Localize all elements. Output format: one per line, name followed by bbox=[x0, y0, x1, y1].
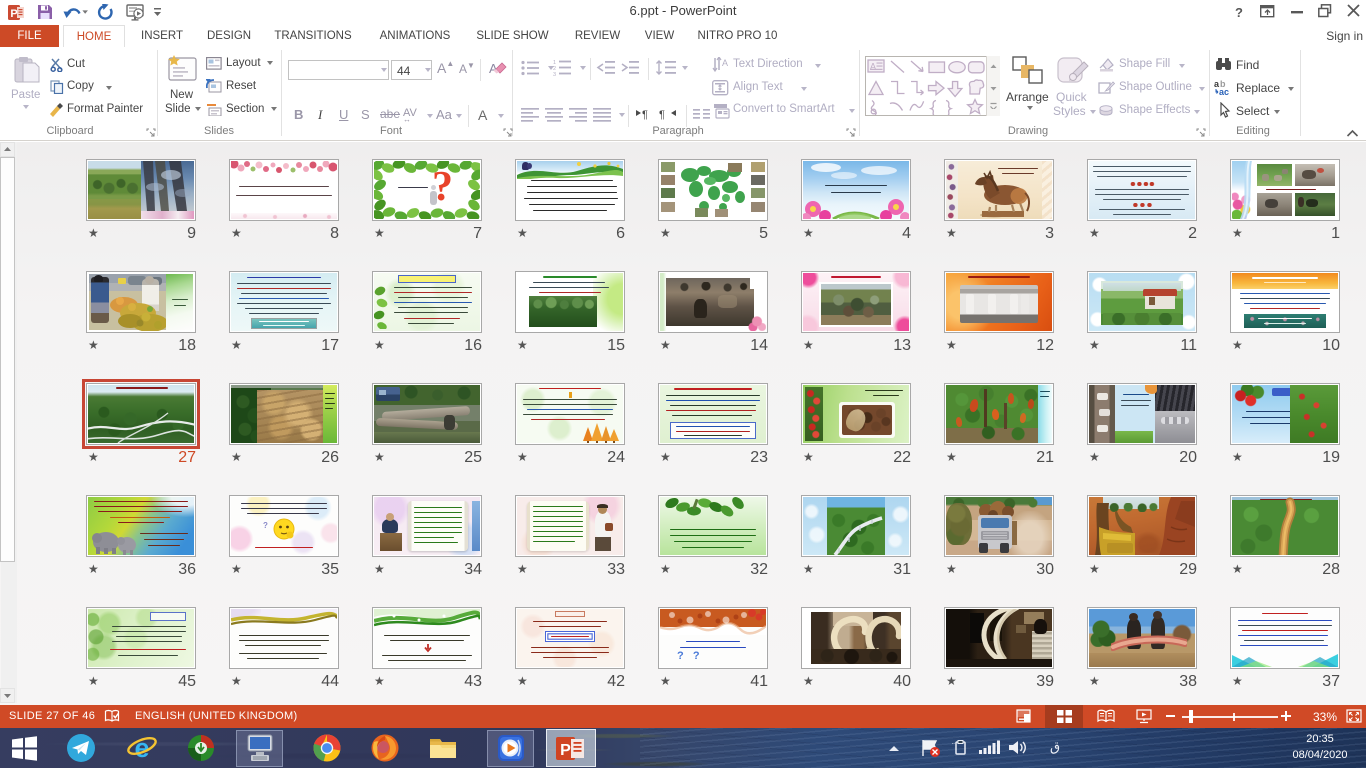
svg-text:¨: ¨ bbox=[952, 742, 955, 751]
svg-text:?: ? bbox=[1235, 5, 1243, 19]
svg-text:P: P bbox=[560, 742, 571, 759]
